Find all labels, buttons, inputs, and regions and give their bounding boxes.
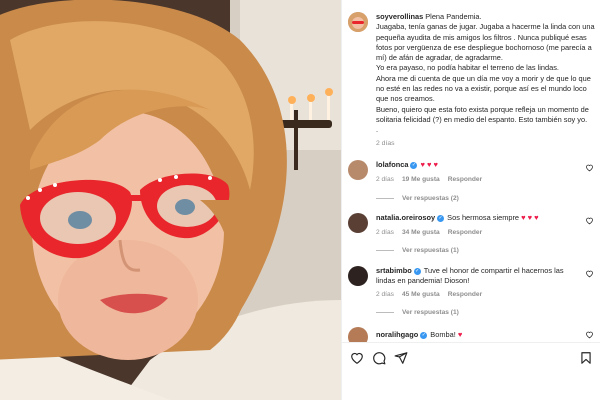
comment-time[interactable]: 2 días xyxy=(376,291,394,298)
comment-item: natalia.oreirosoy ✓ Sos hermosa siempre ♥ … xyxy=(342,213,600,261)
speech-bubble-icon xyxy=(373,352,386,365)
post-photo xyxy=(0,0,341,400)
caption-line-3: Ahora me di cuenta de que un día me voy … xyxy=(376,73,591,104)
comment-text: Sos hermosa siempre xyxy=(447,213,520,222)
comment-item: lolafonca ✓ ♥ ♥ ♥ 2 días 19 Me gusta Respond… xyxy=(342,160,600,208)
heart-outline-icon xyxy=(351,352,363,364)
comment-body: noralihgago ✓ Bomba! ♥ xyxy=(376,330,576,340)
view-replies-link[interactable]: Ver respuestas (2) xyxy=(376,195,459,202)
view-replies-label: Ver respuestas (1) xyxy=(402,309,459,316)
heart-emoji-icon: ♥ ♥ ♥ xyxy=(420,160,438,169)
comment-meta: 2 días 19 Me gusta Responder xyxy=(376,176,490,183)
replies-divider xyxy=(376,249,394,251)
verified-badge-icon: ✓ xyxy=(410,161,418,169)
comment-likes[interactable]: 45 Me gusta xyxy=(402,291,440,298)
comment-item: srtabimbo ✓ Tuve el honor de compartir el … xyxy=(342,266,600,324)
post-side-panel: soyverollinas Plena Pandemia. Juagaba, te… xyxy=(341,0,600,400)
replies-divider xyxy=(376,197,394,199)
heart-emoji-icon: ♥ xyxy=(457,330,463,339)
comments-feed[interactable]: soyverollinas Plena Pandemia. Juagaba, te… xyxy=(342,0,600,342)
comment-time[interactable]: 2 días xyxy=(376,176,394,183)
comment-time[interactable]: 2 días xyxy=(376,229,394,236)
post-action-bar xyxy=(342,342,600,400)
post-timestamp[interactable]: 2 días xyxy=(376,140,395,147)
comment-username[interactable]: srtabimbo xyxy=(376,266,412,275)
caption-line-0: Plena Pandemia. xyxy=(425,12,482,21)
commenter-avatar[interactable] xyxy=(348,327,368,342)
comment-meta: 2 días 45 Me gusta Responder xyxy=(376,291,490,298)
reply-button[interactable]: Responder xyxy=(448,291,482,298)
like-button[interactable] xyxy=(350,351,364,365)
author-avatar-image xyxy=(348,12,368,32)
caption-line-1: Juagaba, tenía ganas de jugar. Jugaba a … xyxy=(376,22,595,63)
comment-username[interactable]: noralihgago xyxy=(376,330,418,339)
comment-text: Bomba! xyxy=(430,330,456,339)
comment-item: noralihgago ✓ Bomba! ♥ xyxy=(342,327,600,342)
share-button[interactable] xyxy=(394,351,408,365)
comment-username[interactable]: natalia.oreirosoy xyxy=(376,213,435,222)
small-heart-icon[interactable] xyxy=(585,330,594,339)
comment-username[interactable]: lolafonca xyxy=(376,160,408,169)
verified-badge-icon: ✓ xyxy=(413,267,421,275)
verified-badge-icon: ✓ xyxy=(420,331,428,339)
comment-meta: 2 días 34 Me gusta Responder xyxy=(376,229,490,236)
comment-body: srtabimbo ✓ Tuve el honor de compartir el … xyxy=(376,266,576,287)
view-replies-label: Ver respuestas (2) xyxy=(402,195,459,202)
author-username[interactable]: soyverollinas xyxy=(376,12,423,21)
view-replies-link[interactable]: Ver respuestas (1) xyxy=(376,309,459,316)
small-heart-icon[interactable] xyxy=(585,216,594,225)
small-heart-icon[interactable] xyxy=(585,163,594,172)
comment-button[interactable] xyxy=(372,351,386,365)
portrait-illustration xyxy=(0,0,341,400)
caption-line-2: Yo era payaso, no podía habitar el terre… xyxy=(376,63,559,73)
save-button[interactable] xyxy=(579,351,593,365)
commenter-avatar[interactable] xyxy=(348,266,368,286)
commenter-avatar[interactable] xyxy=(348,213,368,233)
comment-likes[interactable]: 34 Me gusta xyxy=(402,229,440,236)
post-caption: soyverollinas Plena Pandemia. Juagaba, te… xyxy=(376,12,596,136)
comment-body: lolafonca ✓ ♥ ♥ ♥ xyxy=(376,160,576,170)
comment-likes[interactable]: 19 Me gusta xyxy=(402,176,440,183)
reply-button[interactable]: Responder xyxy=(448,176,482,183)
view-replies-link[interactable]: Ver respuestas (1) xyxy=(376,247,459,254)
caption-line-4: Bueno, quiero que esta foto exista porqu… xyxy=(376,104,589,124)
reply-button[interactable]: Responder xyxy=(448,229,482,236)
commenter-avatar[interactable] xyxy=(348,160,368,180)
verified-badge-icon: ✓ xyxy=(437,214,445,222)
view-replies-label: Ver respuestas (1) xyxy=(402,247,459,254)
author-avatar[interactable] xyxy=(348,12,368,32)
paper-plane-icon xyxy=(394,352,408,364)
heart-emoji-icon: ♥ ♥ ♥ xyxy=(521,213,539,222)
small-heart-icon[interactable] xyxy=(585,269,594,278)
caption-line-5: . xyxy=(376,125,379,135)
bookmark-icon xyxy=(581,352,591,364)
replies-divider xyxy=(376,311,394,313)
comment-body: natalia.oreirosoy ✓ Sos hermosa siempre ♥ … xyxy=(376,213,576,223)
